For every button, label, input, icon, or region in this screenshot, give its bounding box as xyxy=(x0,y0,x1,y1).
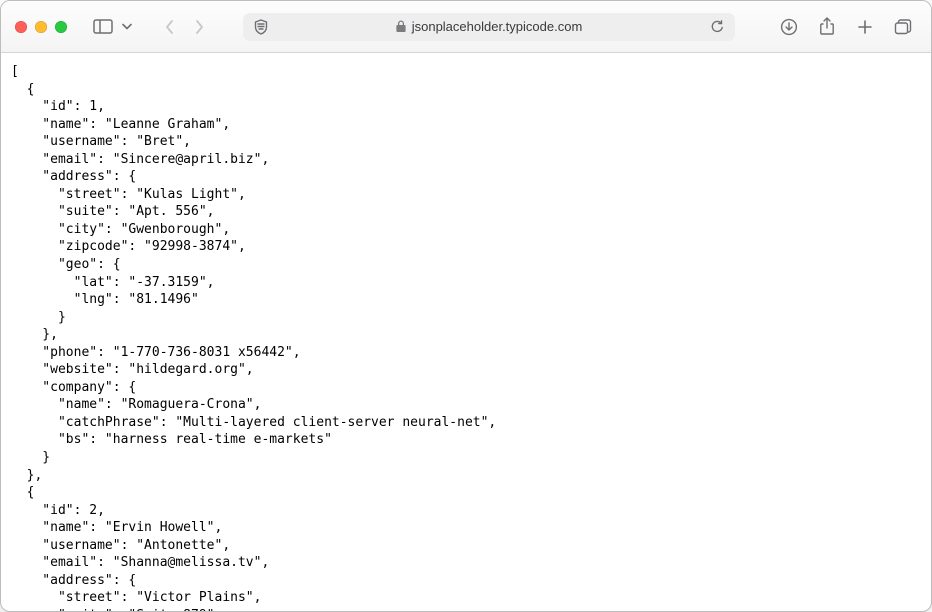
navigation-controls xyxy=(155,15,213,39)
toolbar-right xyxy=(775,15,917,39)
download-icon xyxy=(780,18,798,36)
reload-button[interactable] xyxy=(707,15,727,39)
back-button[interactable] xyxy=(155,15,183,39)
plus-icon xyxy=(857,19,873,35)
sidebar-controls xyxy=(89,15,135,39)
share-icon xyxy=(819,17,835,36)
address-center: jsonplaceholder.typicode.com xyxy=(396,19,583,34)
address-text: jsonplaceholder.typicode.com xyxy=(412,19,583,34)
new-tab-button[interactable] xyxy=(851,15,879,39)
chevron-right-icon xyxy=(194,19,205,35)
chevron-down-icon xyxy=(122,23,132,30)
address-bar[interactable]: jsonplaceholder.typicode.com xyxy=(243,13,735,41)
window-controls xyxy=(15,21,67,33)
sidebar-icon xyxy=(93,19,113,34)
downloads-button[interactable] xyxy=(775,15,803,39)
address-host: jsonplaceholder.typicode.com xyxy=(412,19,583,34)
sidebar-menu-button[interactable] xyxy=(119,15,135,39)
shield-icon xyxy=(254,19,268,35)
share-button[interactable] xyxy=(813,15,841,39)
json-response-text: [ { "id": 1, "name": "Leanne Graham", "u… xyxy=(11,63,921,611)
toggle-sidebar-button[interactable] xyxy=(89,15,117,39)
toolbar: jsonplaceholder.typicode.com xyxy=(1,1,931,53)
tab-overview-button[interactable] xyxy=(889,15,917,39)
close-window-button[interactable] xyxy=(15,21,27,33)
tabs-icon xyxy=(894,19,912,35)
lock-icon xyxy=(396,20,406,33)
privacy-report-button[interactable] xyxy=(251,15,271,39)
fullscreen-window-button[interactable] xyxy=(55,21,67,33)
minimize-window-button[interactable] xyxy=(35,21,47,33)
browser-window: jsonplaceholder.typicode.com xyxy=(0,0,932,612)
reload-icon xyxy=(710,19,725,34)
forward-button[interactable] xyxy=(185,15,213,39)
chevron-left-icon xyxy=(164,19,175,35)
page-content[interactable]: [ { "id": 1, "name": "Leanne Graham", "u… xyxy=(1,53,931,611)
